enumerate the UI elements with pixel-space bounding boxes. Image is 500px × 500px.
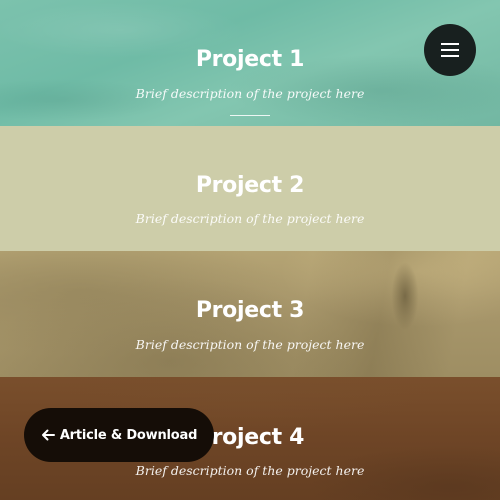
project-title: Project 2 xyxy=(195,173,305,198)
article-download-button[interactable]: Article & Download xyxy=(24,408,214,462)
arrow-left-icon xyxy=(41,429,55,441)
project-description: Brief description of the project here xyxy=(135,337,365,352)
project-card-3[interactable]: Project 3 Brief description of the proje… xyxy=(0,251,500,377)
tree-silhouette xyxy=(385,251,425,341)
project-description: Brief description of the project here xyxy=(135,211,365,226)
menu-button[interactable] xyxy=(424,24,476,76)
project-description: Brief description of the project here xyxy=(135,463,365,478)
active-indicator xyxy=(230,115,270,116)
article-download-label: Article & Download xyxy=(59,427,198,443)
hamburger-icon xyxy=(441,43,459,57)
projects-page: Project 1 Brief description of the proje… xyxy=(0,0,500,500)
project-card-2[interactable]: Project 2 Brief description of the proje… xyxy=(0,126,500,251)
project-title: Project 3 xyxy=(195,298,305,323)
project-description: Brief description of the project here xyxy=(135,86,365,101)
project-card-1[interactable]: Project 1 Brief description of the proje… xyxy=(0,0,500,126)
